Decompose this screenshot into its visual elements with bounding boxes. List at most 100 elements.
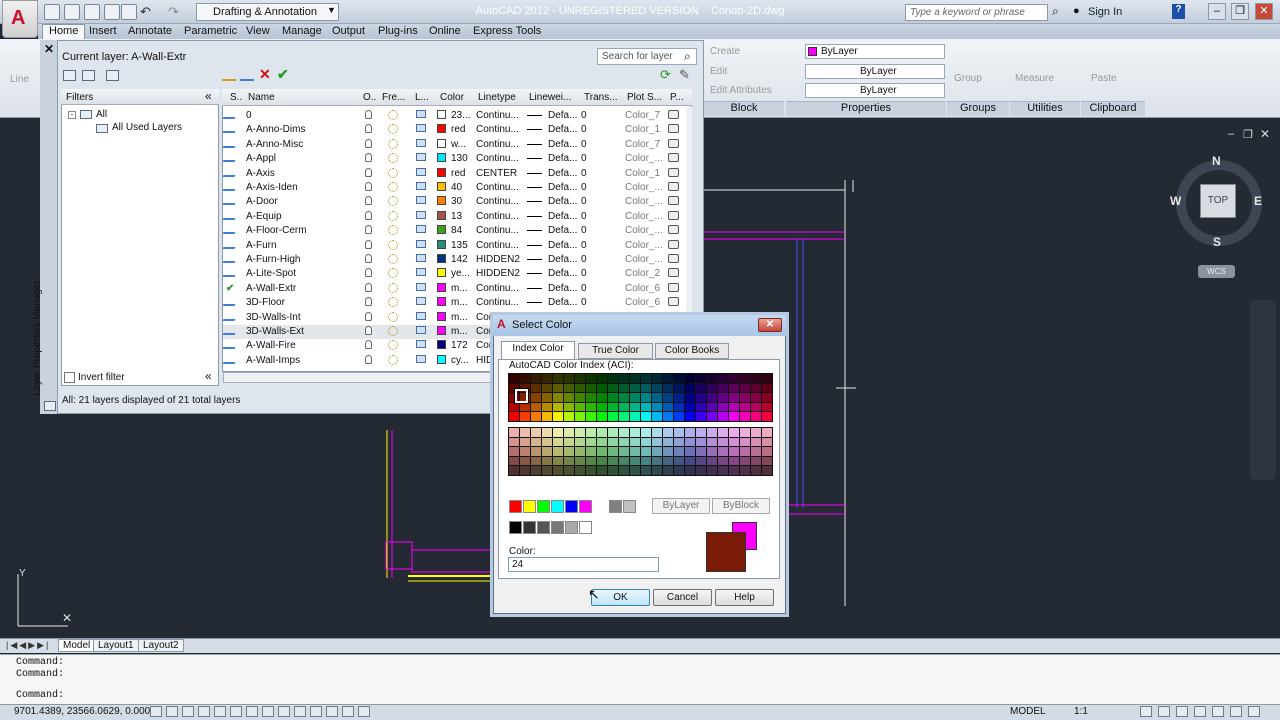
aci-color-cell[interactable] [597, 393, 607, 402]
snap-mode-icon[interactable] [166, 706, 178, 717]
aci-color-cell[interactable] [707, 466, 717, 475]
plot-icon[interactable] [668, 239, 679, 249]
layer-states-manager-icon[interactable] [106, 70, 119, 81]
aci-color-cell[interactable] [597, 437, 607, 447]
aci-color-cell[interactable] [619, 412, 629, 421]
layer-row[interactable]: A-Furn 135 Continu... Defa... 0 Color_... [222, 239, 691, 253]
aci-color-cell[interactable] [663, 412, 673, 421]
aci-color-cell[interactable] [608, 393, 618, 402]
aci-color-cell[interactable] [586, 412, 596, 421]
filter-all-used-layers[interactable]: All Used Layers [112, 122, 182, 133]
application-menu-button[interactable]: A [2, 0, 38, 38]
layer-name[interactable]: A-Anno-Dims [246, 124, 356, 135]
layer-name[interactable]: A-Wall-Imps [246, 355, 356, 366]
aci-color-cell[interactable] [685, 456, 695, 466]
gray-254[interactable] [565, 521, 578, 534]
layer-linetype[interactable]: CENTER [476, 168, 526, 179]
layer-color-name[interactable]: red [451, 168, 477, 179]
aci-color-cell[interactable] [740, 437, 750, 447]
plot-icon[interactable] [121, 4, 137, 20]
linetype-dropdown[interactable]: ByLayer [805, 64, 945, 79]
aci-color-cell[interactable] [751, 402, 761, 412]
aci-color-cell[interactable] [652, 374, 662, 383]
tab-annotate[interactable]: Annotate [126, 24, 174, 39]
aci-color-cell[interactable] [630, 428, 640, 437]
layer-color-name[interactable]: 142 [451, 254, 477, 265]
tab-output[interactable]: Output [330, 24, 367, 39]
aci-color-cell[interactable] [520, 402, 530, 412]
aci-color-cell[interactable] [608, 456, 618, 466]
aci-color-cell[interactable] [740, 393, 750, 402]
bulb-icon[interactable] [365, 182, 372, 191]
ortho-mode-icon[interactable] [198, 706, 210, 717]
aci-color-cell[interactable] [542, 456, 552, 466]
plot-icon[interactable] [668, 153, 679, 163]
layer-linetype[interactable]: Continu... [476, 211, 526, 222]
wcs-menu[interactable]: WCS [1198, 265, 1235, 278]
aci-color-cell[interactable] [740, 412, 750, 421]
layer-color-name[interactable]: 130 [451, 153, 477, 164]
layer-name[interactable]: A-Axis [246, 168, 356, 179]
aci-color-cell[interactable] [619, 393, 629, 402]
command-window[interactable] [0, 654, 1280, 704]
aci-color-cell[interactable] [542, 437, 552, 447]
aci-color-cell[interactable] [696, 374, 706, 383]
layer-transparency[interactable]: 0 [581, 254, 601, 265]
layer-row[interactable]: A-Lite-Spot ye... HIDDEN2 Defa... 0 Color_2 [222, 267, 691, 281]
layer-plot-style[interactable]: Color_6 [625, 297, 665, 308]
layer-row[interactable]: A-Equip 13 Continu... Defa... 0 Color_... [222, 210, 691, 224]
color-dropdown[interactable]: ByLayer [805, 44, 945, 59]
layer-plot-style[interactable]: Color_... [625, 196, 665, 207]
filter-all[interactable]: All [96, 109, 107, 120]
aci-color-cell[interactable] [597, 374, 607, 383]
col-plot-style[interactable]: Plot S... [627, 92, 662, 103]
coordinate-readout[interactable]: 9701.4389, 23566.0629, 0.0000 [14, 706, 156, 717]
aci-color-cell[interactable] [762, 428, 772, 437]
utilities-panel-title[interactable]: Utilities [1010, 101, 1080, 116]
aci-color-cell[interactable] [575, 393, 585, 402]
aci-color-cell[interactable] [762, 456, 772, 466]
aci-color-cell[interactable] [751, 428, 761, 437]
aci-color-cell[interactable] [597, 383, 607, 393]
aci-color-cell[interactable] [663, 383, 673, 393]
layer-plot-style[interactable]: Color_6 [625, 283, 665, 294]
aci-color-cell[interactable] [707, 412, 717, 421]
layer-color-name[interactable]: 172 [451, 340, 477, 351]
plot-icon[interactable] [668, 282, 679, 292]
aci-color-cell[interactable] [685, 466, 695, 475]
layer-lineweight[interactable]: Defa... [548, 211, 578, 222]
aci-color-cell[interactable] [696, 383, 706, 393]
aci-color-cell[interactable] [740, 456, 750, 466]
aci-color-cell[interactable] [630, 456, 640, 466]
palette-close-icon[interactable]: ✕ [44, 42, 54, 56]
aci-color-cell[interactable] [718, 402, 728, 412]
layer-name[interactable]: A-Wall-Fire [246, 340, 356, 351]
aci-color-cell[interactable] [597, 456, 607, 466]
set-current-icon[interactable]: ✔ [277, 66, 289, 83]
aci-color-cell[interactable] [707, 393, 717, 402]
aci-color-cell[interactable] [608, 374, 618, 383]
aci-color-cell[interactable] [597, 428, 607, 437]
redo-icon[interactable]: ↷ [168, 4, 179, 20]
color-swatch[interactable] [437, 110, 446, 119]
layer-name[interactable]: A-Furn [246, 240, 356, 251]
layout-nav-arrows[interactable]: |◀◀▶▶| [6, 640, 50, 651]
color-green[interactable] [537, 500, 550, 513]
color-8[interactable] [609, 500, 622, 513]
block-edit[interactable]: Edit [710, 66, 727, 77]
allow-ucs-icon[interactable] [278, 706, 290, 717]
freeze-icon[interactable] [388, 254, 398, 264]
model-space-toggle[interactable]: MODEL [1010, 706, 1046, 717]
aci-color-cell[interactable] [575, 428, 585, 437]
freeze-icon[interactable] [388, 182, 398, 192]
aci-color-cell[interactable] [652, 466, 662, 475]
layer-name[interactable]: 0 [246, 110, 356, 121]
layer-row[interactable]: ✔ A-Wall-Extr m... Continu... Defa... 0 Color_… [223, 282, 691, 296]
aci-color-cell[interactable] [575, 456, 585, 466]
aci-color-cell[interactable] [696, 428, 706, 437]
aci-color-cell[interactable] [608, 412, 618, 421]
layer-transparency[interactable]: 0 [581, 182, 601, 193]
collapse-tree-icon[interactable]: « [205, 369, 212, 383]
aci-color-cell[interactable] [718, 437, 728, 447]
freeze-icon[interactable] [388, 196, 398, 207]
